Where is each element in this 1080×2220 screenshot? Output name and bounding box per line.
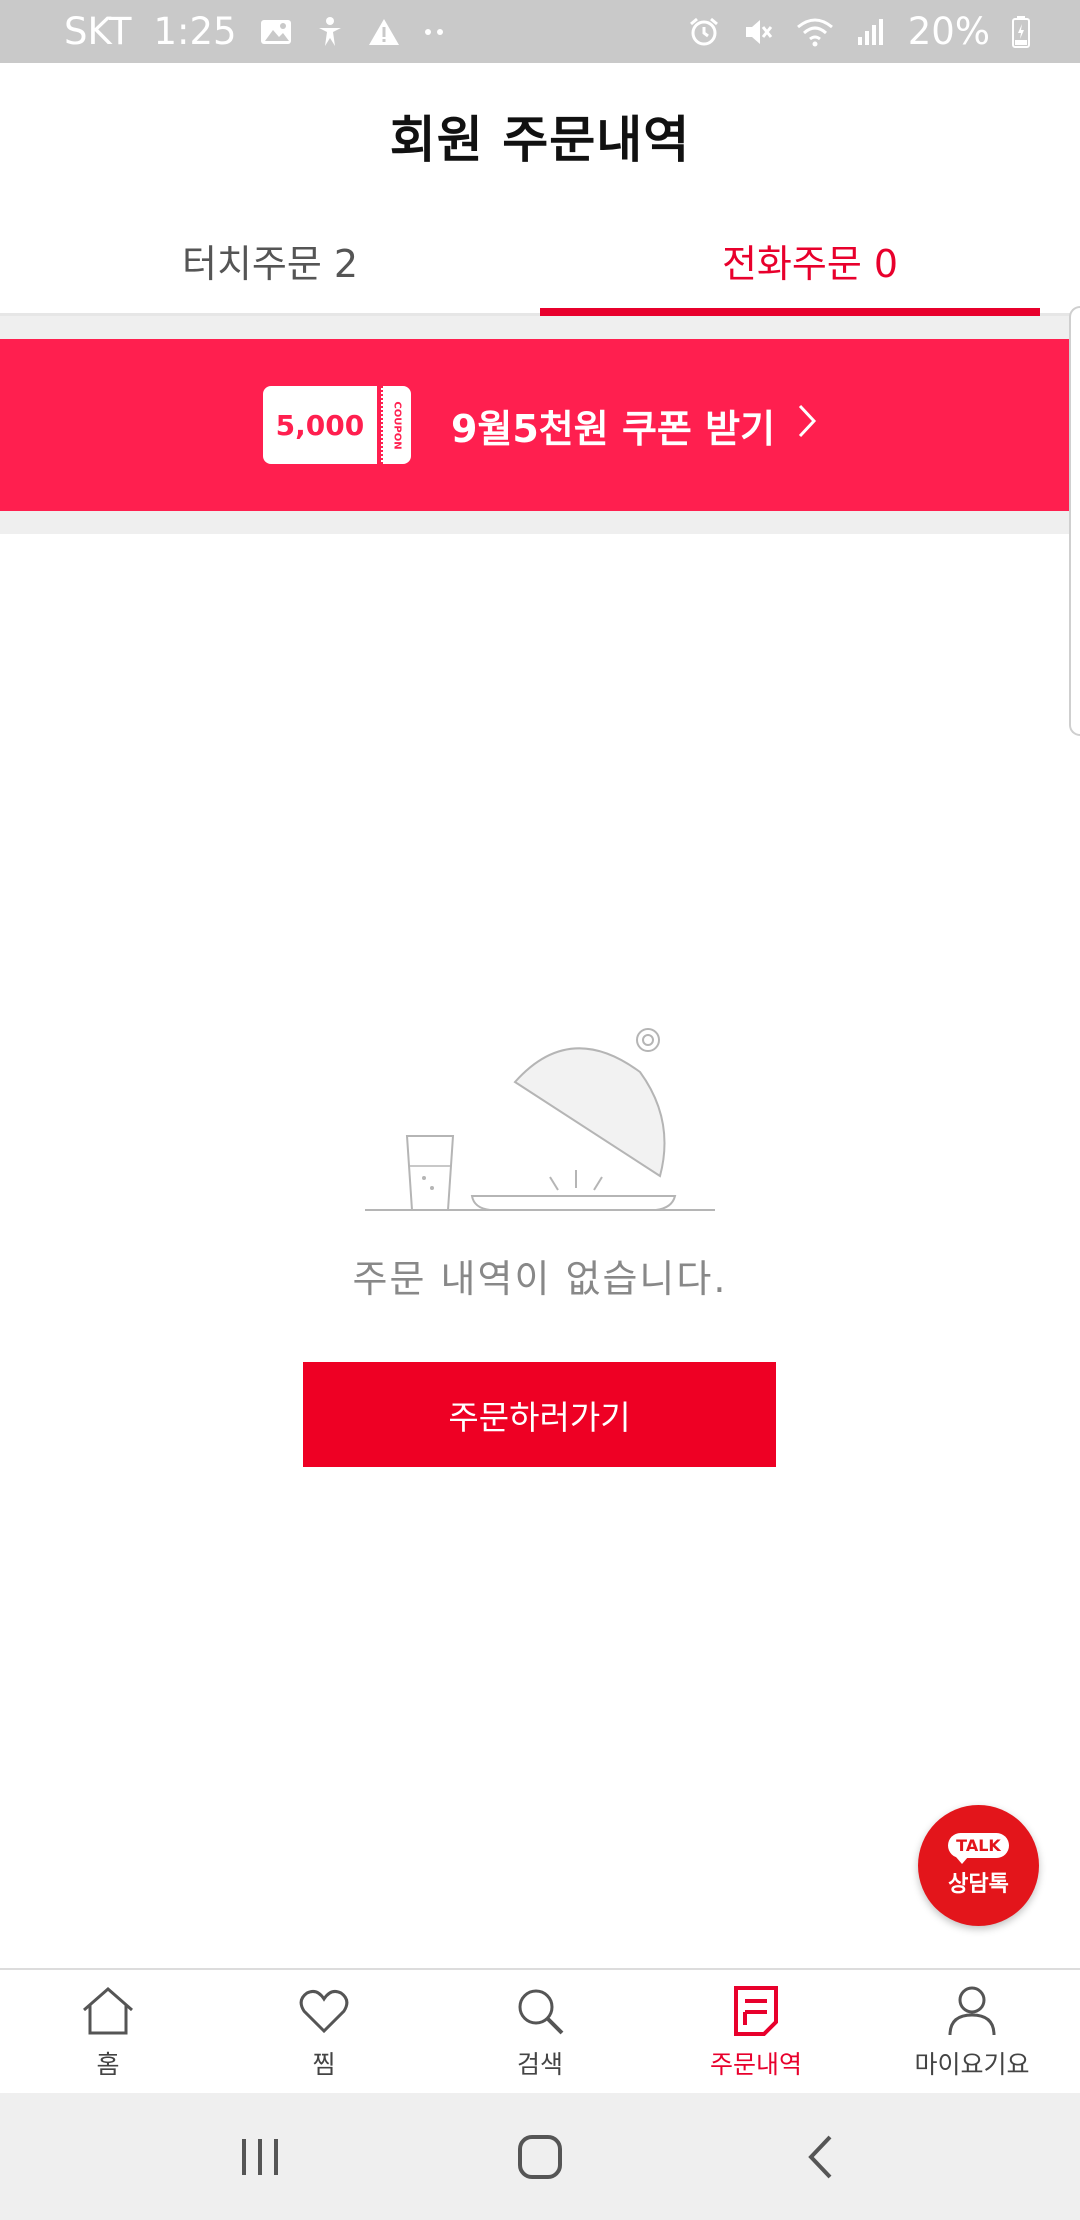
recent-apps-icon[interactable] xyxy=(220,2117,300,2197)
empty-message: 주문 내역이 없습니다. xyxy=(352,1257,728,1301)
nav-label-my-yogiyo: 마이요기요 xyxy=(914,2049,1030,2079)
home-icon xyxy=(80,1983,136,2039)
scroll-handle[interactable] xyxy=(1069,306,1080,736)
coupon-text: 9월5천원 쿠폰 받기 xyxy=(450,406,776,451)
search-icon xyxy=(512,1983,568,2039)
nav-item-my-yogiyo[interactable]: 마이요기요 xyxy=(864,1970,1080,2093)
app-header: 회원 주문내역 xyxy=(0,63,1080,208)
chevron-right-icon xyxy=(797,403,817,448)
coupon-amount: 5,000 xyxy=(262,386,377,464)
signal-icon xyxy=(856,17,886,47)
heart-icon xyxy=(296,1983,352,2039)
nav-item-home[interactable]: 홈 xyxy=(0,1970,216,2093)
warning-icon xyxy=(367,17,401,47)
nav-label-home: 홈 xyxy=(96,2049,120,2079)
mute-icon xyxy=(742,16,774,48)
order-tabs: 터치주문 2 전화주문 0 xyxy=(0,208,1080,316)
battery-percent: 20% xyxy=(907,10,990,53)
status-bar: SKT 1:25 20% xyxy=(0,0,1080,63)
coupon-ticket-icon: 5,000 COUPON xyxy=(262,386,411,464)
status-right: 20% xyxy=(688,10,1030,53)
tab-touch-order[interactable]: 터치주문 2 xyxy=(0,208,540,313)
more-dots-icon xyxy=(423,27,447,37)
home-button-icon[interactable] xyxy=(500,2117,580,2197)
go-order-button[interactable]: 주문하러가기 xyxy=(303,1362,776,1467)
wifi-icon xyxy=(796,17,834,47)
talk-label: 상담톡 xyxy=(948,1872,1009,1897)
bottom-nav: 홈 찜 검색 주문내역 마이요기요 xyxy=(0,1968,1080,2093)
back-icon[interactable] xyxy=(780,2117,860,2197)
coupon-stub: COUPON xyxy=(380,386,411,464)
nav-label-orders: 주문내역 xyxy=(709,2049,802,2079)
nav-item-search[interactable]: 검색 xyxy=(432,1970,648,2093)
coupon-banner[interactable]: 5,000 COUPON 9월5천원 쿠폰 받기 xyxy=(0,339,1080,511)
battery-icon xyxy=(1012,15,1030,48)
system-nav-bar xyxy=(0,2093,1080,2220)
image-icon xyxy=(259,17,293,47)
order-list-icon xyxy=(728,1983,784,2039)
alarm-icon xyxy=(688,16,720,48)
empty-cloche-icon xyxy=(360,1020,720,1220)
coupon-stub-label: COUPON xyxy=(391,400,403,450)
tab-phone-order[interactable]: 전화주문 0 xyxy=(540,208,1080,316)
carrier-label: SKT xyxy=(64,10,132,53)
status-left: SKT 1:25 xyxy=(64,10,447,53)
clock: 1:25 xyxy=(153,10,237,53)
coupon-text-group: 9월5천원 쿠폰 받기 xyxy=(451,398,817,453)
nav-label-search: 검색 xyxy=(516,2049,563,2079)
talk-consult-button[interactable]: TALK 상담톡 xyxy=(918,1805,1039,1926)
nav-item-orders[interactable]: 주문내역 xyxy=(648,1970,864,2093)
accessibility-icon xyxy=(315,16,345,48)
talk-bubble-icon: TALK xyxy=(948,1833,1009,1864)
user-icon xyxy=(944,1983,1000,2039)
page-title: 회원 주문내역 xyxy=(389,110,691,169)
nav-item-favorites[interactable]: 찜 xyxy=(216,1970,432,2093)
nav-label-favorites: 찜 xyxy=(312,2049,336,2079)
